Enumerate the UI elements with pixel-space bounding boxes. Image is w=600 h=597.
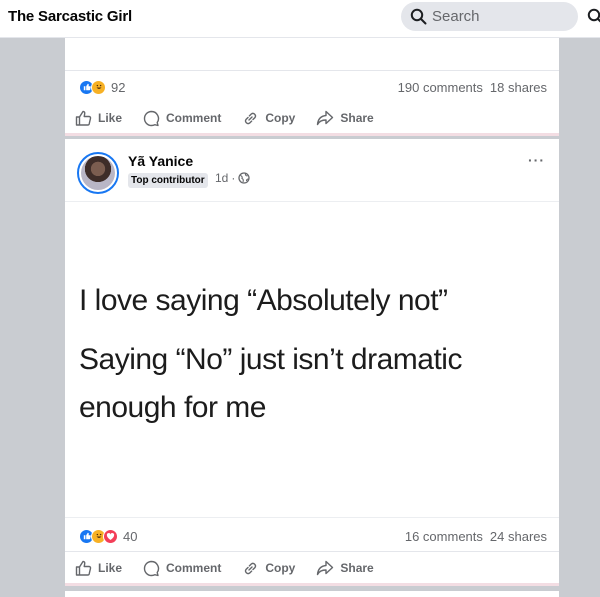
next-post xyxy=(65,591,559,597)
share-icon xyxy=(317,560,334,576)
divider xyxy=(65,551,559,552)
reaction-summary[interactable]: 40 xyxy=(79,527,137,545)
comment-button[interactable]: Comment xyxy=(143,560,221,577)
reaction-count: 92 xyxy=(111,79,126,95)
previous-post: 92 190 comments 18 shares Like Comment C… xyxy=(65,38,559,136)
like-button[interactable]: Like xyxy=(75,110,122,126)
post-card: Yã Yanice Top contributor 1d · ··· I lov… xyxy=(65,139,559,586)
reaction-summary[interactable]: 92 xyxy=(79,78,125,96)
link-icon xyxy=(245,112,257,124)
shares-count[interactable]: 18 shares xyxy=(490,80,547,95)
post-meta: 1d · xyxy=(215,171,251,185)
post-separator xyxy=(65,583,559,586)
engagement-stats: 16 comments 24 shares xyxy=(405,529,547,544)
meme-line-2: Saying “No” just isn’t dramatic xyxy=(79,343,462,376)
top-contributor-badge[interactable]: Top contributor xyxy=(128,173,208,188)
love-reaction-icon xyxy=(103,528,118,544)
reaction-count: 40 xyxy=(123,528,138,544)
meme-line-3: enough for me xyxy=(79,391,266,424)
comment-icon xyxy=(143,560,160,576)
share-icon xyxy=(317,110,334,126)
more-options-icon[interactable]: ··· xyxy=(528,152,545,168)
shares-count[interactable]: 24 shares xyxy=(490,529,547,544)
top-bar: The Sarcastic Girl Search xyxy=(0,0,600,38)
comment-icon xyxy=(143,110,160,126)
action-bar: Like Comment Copy Share xyxy=(75,108,395,128)
action-bar: Like Comment Copy Share xyxy=(75,558,395,578)
comments-count[interactable]: 190 comments xyxy=(398,80,483,95)
post-time[interactable]: 1d xyxy=(215,171,228,185)
search-bar[interactable]: Search xyxy=(401,2,578,31)
search-placeholder: Search xyxy=(432,8,480,25)
like-button[interactable]: Like xyxy=(75,560,122,576)
copy-button[interactable]: Copy xyxy=(242,110,295,127)
link-icon xyxy=(245,562,257,574)
comment-button[interactable]: Comment xyxy=(143,110,221,127)
haha-reaction-icon xyxy=(91,79,106,95)
share-button[interactable]: Share xyxy=(316,560,374,576)
thumbs-up-icon xyxy=(75,560,92,576)
search-icon[interactable] xyxy=(587,8,600,25)
comments-count[interactable]: 16 comments xyxy=(405,529,483,544)
globe-icon xyxy=(238,172,251,184)
copy-button[interactable]: Copy xyxy=(242,560,295,577)
post-separator xyxy=(65,133,559,136)
search-icon xyxy=(410,8,427,25)
thumbs-up-icon xyxy=(75,110,92,126)
author-name[interactable]: Yã Yanice xyxy=(128,153,193,169)
meta-separator: · xyxy=(231,171,236,185)
divider xyxy=(65,70,559,71)
share-button[interactable]: Share xyxy=(316,110,374,126)
avatar[interactable] xyxy=(77,152,119,194)
post-image[interactable]: I love saying “Absolutely not” Saying “N… xyxy=(65,201,559,518)
page-name[interactable]: The Sarcastic Girl xyxy=(8,8,132,25)
engagement-stats: 190 comments 18 shares xyxy=(398,80,547,95)
meme-line-1: I love saying “Absolutely not” xyxy=(79,284,448,317)
